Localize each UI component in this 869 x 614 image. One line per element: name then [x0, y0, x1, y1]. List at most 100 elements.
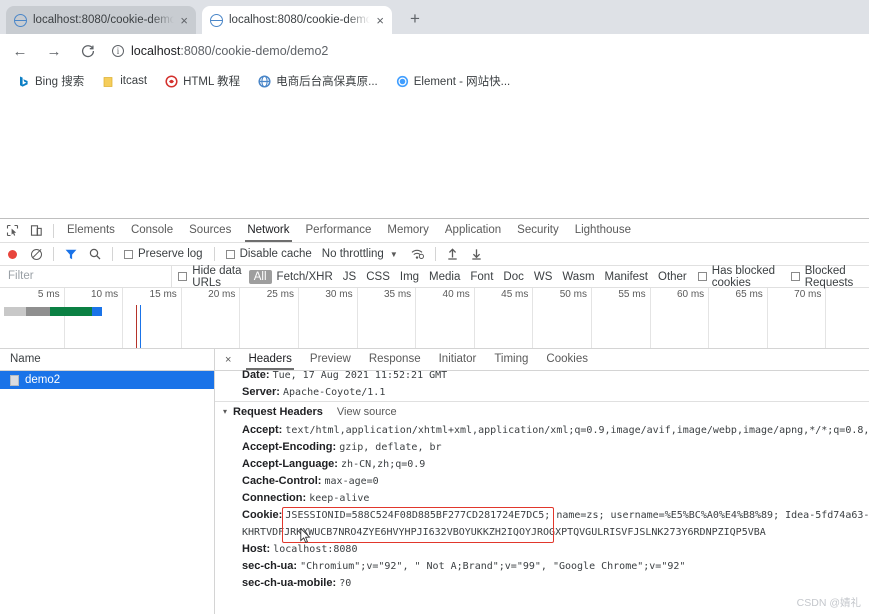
type-chip-js[interactable]: JS	[338, 271, 361, 283]
has-blocked-cookies-checkbox[interactable]: Has blocked cookies	[692, 265, 785, 289]
type-chip-font[interactable]: Font	[465, 271, 498, 283]
tab-title: localhost:8080/cookie-demo/d	[229, 14, 371, 26]
reload-icon[interactable]	[74, 37, 102, 65]
browser-tab-1[interactable]: localhost:8080/cookie-demo/d ×	[6, 6, 196, 34]
header-line-date: Date: Tue, 17 Aug 2021 11:52:21 GMT	[215, 370, 869, 384]
header-line-cookie-wrap: KHRTVDFJRKXWUCB7NRO4ZYE6HVYHPJI632VBOYUK…	[215, 524, 869, 541]
new-tab-button[interactable]: +	[402, 6, 428, 32]
checkbox-box	[124, 249, 133, 259]
forward-icon[interactable]: →	[40, 37, 68, 65]
header-value: localhost:8080	[273, 544, 358, 555]
timeline-tick-label: 40 ms	[442, 289, 470, 300]
type-chip-doc[interactable]: Doc	[498, 271, 528, 283]
detail-tab-bar: × Headers Preview Response Initiator Tim…	[215, 349, 869, 371]
bookmark-bing[interactable]: Bing 搜索	[8, 68, 93, 94]
timeline-tick-label: 50 ms	[559, 289, 587, 300]
close-icon[interactable]: ×	[215, 354, 239, 366]
type-chip-wasm[interactable]: Wasm	[557, 271, 599, 283]
detail-tab-cookies[interactable]: Cookies	[537, 349, 597, 370]
request-detail-pane: × Headers Preview Response Initiator Tim…	[215, 349, 869, 614]
timeline-tick-label: 10 ms	[90, 289, 119, 300]
checkbox-box	[178, 272, 188, 281]
blocked-requests-checkbox[interactable]: Blocked Requests	[785, 265, 869, 289]
html-tutorial-icon	[165, 74, 178, 88]
filter-input[interactable]: Filter	[0, 266, 173, 287]
timeline-tick-label: 35 ms	[383, 289, 412, 300]
devtools-tab-console[interactable]: Console	[123, 219, 181, 242]
record-button[interactable]	[0, 243, 24, 266]
devtools-tab-sources[interactable]: Sources	[181, 219, 239, 242]
type-chip-other[interactable]: Other	[653, 271, 692, 283]
detail-tab-timing[interactable]: Timing	[485, 349, 537, 370]
detail-tab-headers[interactable]: Headers	[239, 349, 300, 370]
export-har-icon[interactable]	[465, 243, 489, 266]
url-text: localhost:8080/cookie-demo/demo2	[131, 44, 328, 58]
preserve-log-checkbox[interactable]: Preserve log	[118, 248, 209, 260]
disable-cache-checkbox[interactable]: Disable cache	[220, 248, 318, 260]
clear-icon[interactable]	[24, 243, 48, 266]
devtools-tab-network[interactable]: Network	[239, 219, 297, 242]
back-icon[interactable]: ←	[6, 37, 34, 65]
timeline-tick-label: 5 ms	[37, 289, 60, 300]
type-chip-manifest[interactable]: Manifest	[600, 271, 653, 283]
view-source-link[interactable]: View source	[337, 402, 397, 422]
hide-data-urls-checkbox[interactable]: Hide data URLs	[172, 265, 248, 289]
bookmark-html-tutorial[interactable]: HTML 教程	[156, 68, 249, 94]
tab-close-icon[interactable]: ×	[180, 14, 188, 27]
throttling-select[interactable]: No throttling	[318, 248, 384, 260]
devtools-tab-security[interactable]: Security	[509, 219, 567, 242]
type-chip-media[interactable]: Media	[424, 271, 465, 283]
bookmark-element[interactable]: Element - 网站快...	[387, 68, 520, 94]
headers-content[interactable]: Date: Tue, 17 Aug 2021 11:52:21 GMT Serv…	[215, 370, 869, 614]
navigation-bar: ← → i localhost:8080/cookie-demo/demo2	[0, 34, 869, 68]
header-value: keep-alive	[309, 493, 370, 504]
request-list-pane: Name demo2	[0, 349, 215, 614]
bing-icon	[17, 75, 30, 88]
network-conditions-icon[interactable]	[406, 243, 430, 266]
import-har-icon[interactable]	[441, 243, 465, 266]
bookmark-itcast[interactable]: itcast	[93, 68, 156, 94]
bookmark-ecommerce[interactable]: 电商后台高保真原...	[249, 68, 387, 94]
devtools-tab-lighthouse[interactable]: Lighthouse	[567, 219, 639, 242]
chevron-down-icon[interactable]: ▼	[384, 250, 406, 259]
network-overview-timeline[interactable]: 5 ms 10 ms 15 ms 20 ms 25 ms 30 ms 35 ms 40 ms 4…	[0, 288, 869, 349]
header-line-accept-language: Accept-Language: zh-CN,zh;q=0.9	[215, 456, 869, 473]
devtools-tab-performance[interactable]: Performance	[298, 219, 380, 242]
browser-tab-2[interactable]: localhost:8080/cookie-demo/d ×	[202, 6, 392, 34]
tab-close-icon[interactable]: ×	[376, 14, 384, 27]
inspect-element-icon[interactable]	[0, 219, 24, 242]
type-chip-ws[interactable]: WS	[529, 271, 558, 283]
site-info-icon[interactable]: i	[112, 45, 124, 57]
detail-tab-preview[interactable]: Preview	[301, 349, 360, 370]
type-chip-all[interactable]: All	[248, 269, 272, 284]
devtools-tab-elements[interactable]: Elements	[59, 219, 123, 242]
header-value: ?0	[339, 578, 352, 589]
search-icon[interactable]	[83, 243, 107, 266]
filter-icon[interactable]	[59, 243, 83, 266]
type-chip-img[interactable]: Img	[395, 271, 424, 283]
header-key: sec-ch-ua:	[242, 560, 298, 572]
toggle-device-toolbar-icon[interactable]	[24, 219, 48, 242]
timeline-tick-label: 70 ms	[794, 289, 822, 300]
timeline-tick-label: 60 ms	[676, 289, 705, 300]
address-bar[interactable]: i localhost:8080/cookie-demo/demo2	[112, 39, 855, 63]
devtools-tab-memory[interactable]: Memory	[379, 219, 437, 242]
header-key: Accept:	[242, 424, 283, 436]
type-chip-fetch-xhr[interactable]: Fetch/XHR	[272, 271, 338, 283]
type-chip-css[interactable]: CSS	[361, 271, 395, 283]
detail-tab-response[interactable]: Response	[360, 349, 430, 370]
toolbar-divider	[112, 247, 113, 261]
request-headers-section[interactable]: ▾ Request Headers View source	[215, 401, 869, 422]
header-line-sec-ch-ua: sec-ch-ua: "Chromium";v="92", " Not A;Br…	[215, 558, 869, 575]
folder-icon	[102, 75, 115, 88]
bookmark-label: Element - 网站快...	[413, 76, 511, 88]
devtools-tab-application[interactable]: Application	[437, 219, 509, 242]
document-icon	[10, 374, 19, 386]
chevron-down-icon[interactable]: ▾	[223, 402, 227, 422]
detail-tab-initiator[interactable]: Initiator	[430, 349, 486, 370]
toolbar-divider	[53, 247, 54, 261]
has-blocked-cookies-label: Has blocked cookies	[711, 264, 776, 289]
request-name-column-header[interactable]: Name	[0, 349, 214, 371]
timeline-tick-label: 30 ms	[325, 289, 353, 300]
request-row-demo2[interactable]: demo2	[0, 371, 214, 389]
